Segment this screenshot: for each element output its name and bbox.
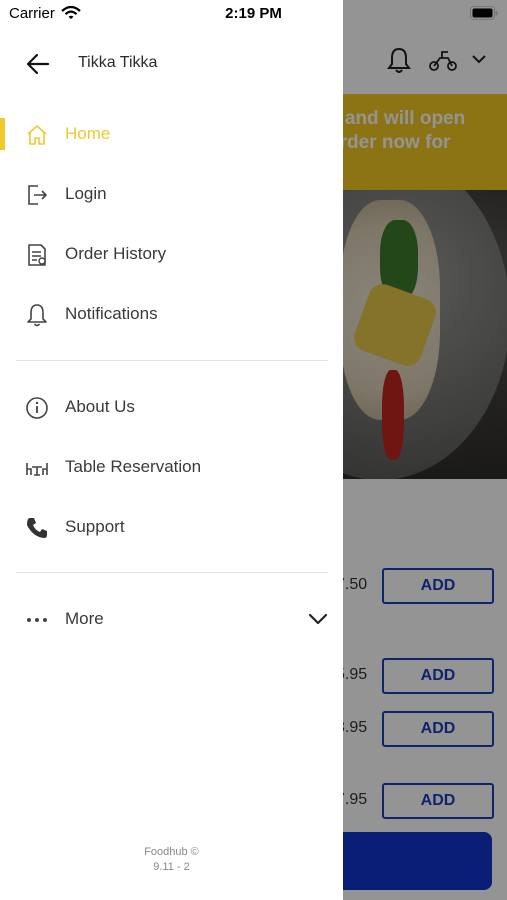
menu-item-login[interactable]: Login	[0, 164, 343, 224]
phone-icon	[27, 518, 47, 538]
active-indicator	[0, 118, 5, 150]
more-dots-icon	[27, 618, 47, 622]
menu-item-home[interactable]: Home	[0, 104, 343, 164]
menu-item-notifications[interactable]: Notifications	[0, 284, 343, 344]
menu-label: Login	[65, 184, 107, 203]
table-icon	[26, 463, 48, 476]
status-bar: Carrier 2:19 PM	[0, 0, 507, 28]
menu-item-more[interactable]: More	[0, 589, 343, 649]
drawer-header: Tikka Tikka	[0, 36, 343, 92]
menu-label: Support	[65, 517, 125, 536]
footer-version: 9.11 - 2	[153, 861, 190, 873]
order-history-icon	[28, 244, 46, 266]
menu-item-about-us[interactable]: About Us	[0, 377, 343, 437]
menu-divider	[16, 572, 328, 573]
bell-icon	[27, 304, 47, 327]
menu-label: Notifications	[65, 304, 158, 323]
menu-item-order-history[interactable]: Order History	[0, 224, 343, 284]
menu-label: About Us	[65, 397, 135, 416]
menu-label: Order History	[65, 244, 167, 263]
chevron-down-icon[interactable]	[306, 609, 330, 629]
menu-divider	[16, 360, 328, 361]
back-arrow-icon[interactable]	[24, 50, 52, 78]
info-icon	[26, 397, 48, 419]
menu-label: Table Reservation	[65, 457, 202, 476]
home-icon	[27, 125, 47, 145]
navigation-drawer: Tikka Tikka Home Login Order History Not…	[0, 0, 343, 900]
menu-label: More	[65, 609, 104, 628]
menu-item-support[interactable]: Support	[0, 497, 343, 557]
login-icon	[28, 185, 47, 205]
status-time: 2:19 PM	[225, 5, 282, 22]
restaurant-name: Tikka Tikka	[78, 54, 158, 71]
menu-label: Home	[65, 124, 111, 143]
footer-brand: Foodhub ©	[144, 846, 199, 858]
menu-item-table-reservation[interactable]: Table Reservation	[0, 437, 343, 497]
battery-icon	[470, 6, 498, 20]
